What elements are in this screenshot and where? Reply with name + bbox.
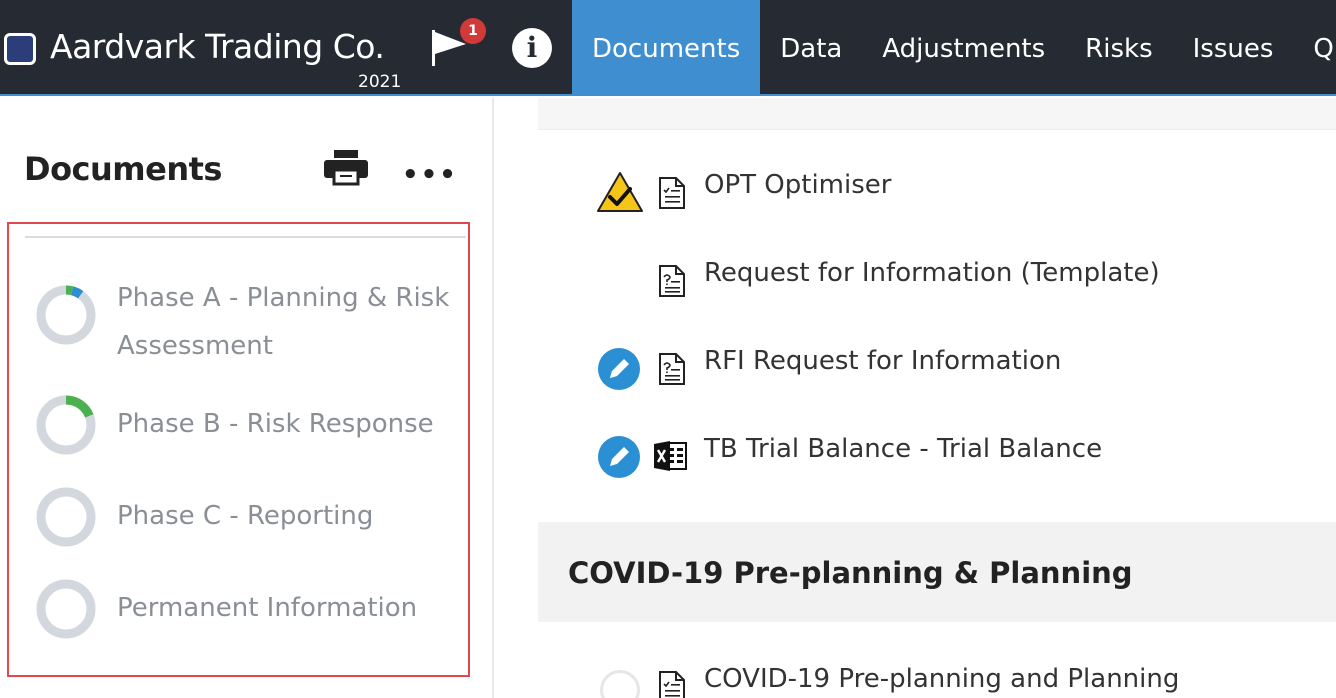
document-label: RFI Request for Information <box>704 346 1062 376</box>
warning-check-icon <box>597 172 643 212</box>
pencil-icon <box>598 348 640 390</box>
tab-data[interactable]: Data <box>760 0 862 96</box>
excel-icon <box>654 441 687 471</box>
main-nav: Documents Data Adjustments Risks Issues … <box>572 0 1336 96</box>
tab-documents[interactable]: Documents <box>572 0 761 96</box>
documents-sidebar: Documents ••• Phase A - Planning & Risk … <box>0 98 494 698</box>
tab-adjustments[interactable]: Adjustments <box>862 0 1065 96</box>
phase-list: Phase A - Planning & Risk Assessment Pha… <box>7 222 470 677</box>
top-bar: Aardvark Trading Co. 2021 1 i Documents … <box>0 0 1336 96</box>
flag-count-badge: 1 <box>460 18 486 44</box>
app-logo-icon[interactable] <box>4 33 36 65</box>
section-header[interactable]: COVID-19 Pre-planning & Planning <box>538 522 1336 622</box>
documents-main: OPT Optimiser Request for Information (T… <box>494 98 1336 698</box>
company-name[interactable]: Aardvark Trading Co. <box>50 27 385 66</box>
engagement-year: 2021 <box>358 72 402 92</box>
tab-issues[interactable]: Issues <box>1173 0 1294 96</box>
tab-queries[interactable]: Que <box>1293 0 1336 96</box>
pencil-icon <box>598 436 640 478</box>
progress-ring-icon <box>36 285 96 345</box>
checklist-doc-icon <box>659 671 685 698</box>
phase-label: Phase B - Risk Response <box>117 409 434 439</box>
document-label: TB Trial Balance - Trial Balance <box>704 434 1103 464</box>
print-icon[interactable] <box>324 150 368 186</box>
question-doc-icon <box>659 353 685 385</box>
info-icon[interactable]: i <box>512 28 552 68</box>
document-row[interactable]: RFI Request for Information <box>538 340 1336 400</box>
document-row[interactable]: COVID-19 Pre-planning and Planning <box>538 658 1336 698</box>
phase-label: Phase C - Reporting <box>117 501 374 531</box>
tab-risks[interactable]: Risks <box>1065 0 1172 96</box>
phase-label: Permanent Information <box>117 593 418 623</box>
document-label: COVID-19 Pre-planning and Planning <box>704 664 1180 694</box>
divider <box>25 236 466 238</box>
progress-ring-icon <box>36 395 96 455</box>
section-title: COVID-19 Pre-planning & Planning <box>568 556 1133 590</box>
section-header-strip <box>538 98 1336 130</box>
flags-button[interactable]: 1 <box>428 18 486 68</box>
progress-ring-icon <box>36 579 96 639</box>
sidebar-title: Documents <box>24 150 222 188</box>
empty-status-icon <box>600 670 640 698</box>
progress-ring-icon <box>36 487 96 547</box>
question-doc-icon <box>659 265 685 297</box>
document-row[interactable]: OPT Optimiser <box>538 164 1336 224</box>
document-label: OPT Optimiser <box>704 170 892 200</box>
document-row[interactable]: TB Trial Balance - Trial Balance <box>538 428 1336 488</box>
phase-label: Phase A - Planning & Risk Assessment <box>117 283 450 361</box>
checklist-doc-icon <box>659 177 685 209</box>
document-row[interactable]: Request for Information (Template) <box>538 252 1336 312</box>
more-options-icon[interactable]: ••• <box>402 160 458 190</box>
document-label: Request for Information (Template) <box>704 258 1160 288</box>
